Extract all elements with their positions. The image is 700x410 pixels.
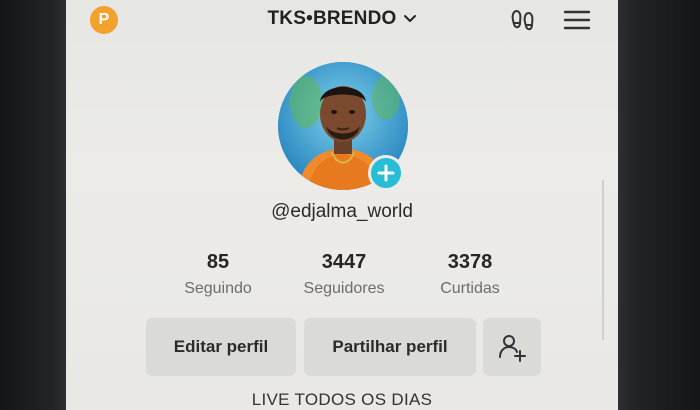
chevron-down-icon [403,15,416,22]
account-title: TKS•BRENDO [267,8,397,29]
add-user-icon [499,335,526,362]
stat-followers-label: Seguidores [303,280,385,297]
share-profile-button[interactable]: Partilhar perfil [304,318,476,376]
profile-screen: P TKS•BRENDO @edjalma_world 85 Seguindo … [66,0,618,410]
username: @edjalma_world [271,201,413,222]
stat-following-value: 85 [206,251,230,273]
add-story-button[interactable] [368,155,404,191]
edit-profile-button[interactable]: Editar perfil [146,318,296,376]
device-bezel-left [0,0,66,410]
stat-followers[interactable]: 3447 Seguidores [289,250,399,298]
profile-bio: LIVE TODOS OS DIAS [251,390,433,409]
device-bezel-right [618,0,700,410]
footprints-icon[interactable] [508,6,538,34]
plus-icon [377,164,395,182]
stat-likes-label: Curtidas [440,280,500,297]
stat-likes[interactable]: 3378 Curtidas [415,250,525,298]
add-friend-button[interactable] [483,318,541,376]
stat-followers-value: 3447 [321,251,367,273]
stat-following-label: Seguindo [184,280,252,297]
profile-stats: 85 Seguindo 3447 Seguidores 3378 Curtida… [66,250,618,304]
stat-likes-value: 3378 [447,251,493,273]
stat-following[interactable]: 85 Seguindo [163,250,273,298]
hamburger-menu-icon[interactable] [562,6,592,34]
scrollbar[interactable] [602,180,604,340]
